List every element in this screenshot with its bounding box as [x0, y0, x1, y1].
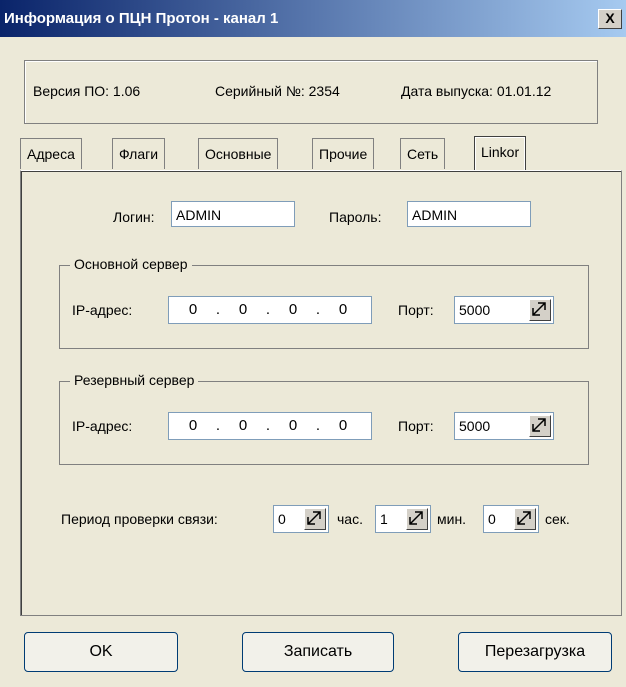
spinner-icon[interactable]: [304, 508, 326, 530]
linkor-tab-panel: Логин: ADMIN Пароль: ADMIN Основной серв…: [20, 170, 622, 616]
ip-octet: 0: [288, 301, 298, 318]
ip-octet: 0: [238, 417, 248, 434]
backup-server-title: Резервный сервер: [70, 372, 199, 388]
backup-ip-input[interactable]: 0 . 0 . 0 . 0: [168, 412, 372, 440]
window-title: Информация о ПЦН Протон - канал 1: [4, 10, 279, 27]
primary-port-input[interactable]: 5000: [454, 296, 554, 324]
period-minutes-unit: мин.: [437, 511, 467, 527]
login-input[interactable]: ADMIN: [171, 201, 295, 227]
spinner-icon[interactable]: [529, 415, 551, 437]
backup-port-input[interactable]: 5000: [454, 412, 554, 440]
title-bar: Информация о ПЦН Протон - канал 1 X: [0, 0, 626, 37]
ip-octet: 0: [338, 301, 348, 318]
password-label: Пароль:: [329, 209, 382, 225]
ip-dot: .: [265, 301, 271, 318]
primary-ip-label: IP-адрес:: [72, 302, 133, 318]
period-minutes-input[interactable]: 1: [375, 505, 431, 533]
ok-button[interactable]: OK: [24, 632, 178, 672]
tab-linkor[interactable]: Linkor: [474, 136, 527, 171]
tab-addresses[interactable]: Адреса: [20, 138, 82, 169]
ip-octet: 0: [338, 417, 348, 434]
ip-octet: 0: [288, 417, 298, 434]
ip-dot: .: [315, 301, 321, 318]
ip-dot: .: [315, 417, 321, 434]
password-input[interactable]: ADMIN: [407, 201, 531, 227]
period-hours-value: 0: [278, 511, 286, 527]
release-date: Дата выпуска: 01.01.12: [401, 83, 552, 99]
primary-ip-input[interactable]: 0 . 0 . 0 . 0: [168, 296, 372, 324]
device-info-panel: Версия ПО: 1.06 Серийный №: 2354 Дата вы…: [24, 60, 598, 124]
backup-port-label: Порт:: [398, 418, 434, 434]
period-hours-unit: час.: [337, 511, 363, 527]
ip-octet: 0: [188, 301, 198, 318]
ip-octet: 0: [238, 301, 248, 318]
close-button[interactable]: X: [598, 9, 622, 29]
write-button[interactable]: Записать: [242, 632, 394, 672]
tab-flags[interactable]: Флаги: [112, 138, 166, 169]
primary-port-label: Порт:: [398, 302, 434, 318]
serial-number: Серийный №: 2354: [215, 83, 340, 99]
ip-dot: .: [215, 417, 221, 434]
primary-server-group: Основной сервер IP-адрес: 0 . 0 . 0 . 0 …: [59, 256, 589, 349]
period-hours-input[interactable]: 0: [273, 505, 329, 533]
primary-server-title: Основной сервер: [70, 256, 192, 272]
backup-server-group: Резервный сервер IP-адрес: 0 . 0 . 0 . 0…: [59, 372, 589, 465]
period-seconds-unit: сек.: [545, 511, 570, 527]
firmware-version: Версия ПО: 1.06: [33, 83, 141, 99]
ip-octet: 0: [188, 417, 198, 434]
spinner-icon[interactable]: [514, 508, 536, 530]
backup-port-value: 5000: [459, 418, 491, 434]
period-minutes-value: 1: [380, 511, 388, 527]
spinner-icon[interactable]: [529, 299, 551, 321]
primary-port-value: 5000: [459, 302, 491, 318]
spinner-icon[interactable]: [406, 508, 428, 530]
ip-dot: .: [215, 301, 221, 318]
period-seconds-value: 0: [488, 511, 496, 527]
login-label: Логин:: [113, 209, 155, 225]
reboot-button[interactable]: Перезагрузка: [458, 632, 612, 672]
backup-ip-label: IP-адрес:: [72, 418, 133, 434]
tab-other[interactable]: Прочие: [312, 138, 375, 169]
tab-main[interactable]: Основные: [198, 138, 279, 169]
period-label: Период проверки связи:: [61, 511, 218, 527]
ip-dot: .: [265, 417, 271, 434]
tab-network[interactable]: Сеть: [400, 138, 446, 169]
period-seconds-input[interactable]: 0: [483, 505, 539, 533]
